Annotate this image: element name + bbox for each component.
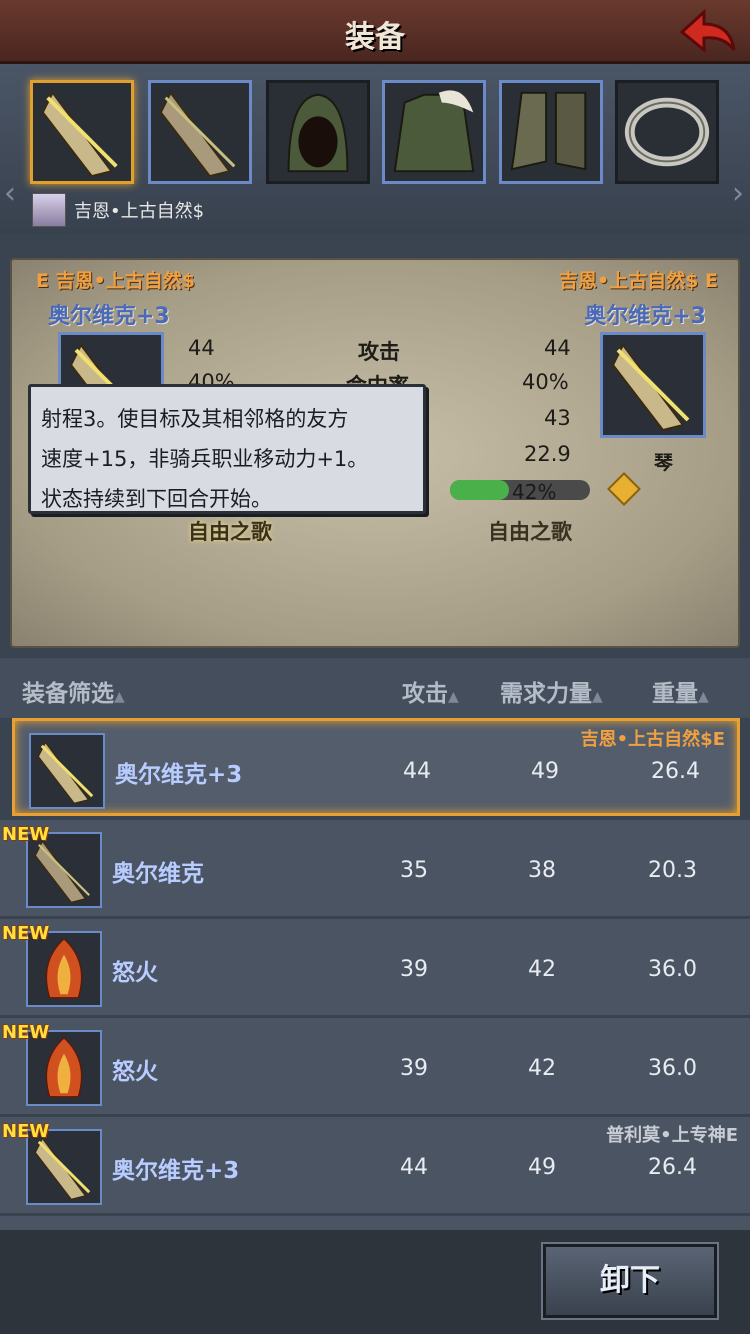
tooltip-line-1: 射程3。使目标及其相邻格的友方 <box>41 407 349 431</box>
slot-boots[interactable] <box>499 80 603 184</box>
owner-label: 吉恩•上古自然$E <box>580 729 725 750</box>
right-weapon-name: 奥尔维克+3 <box>584 304 706 329</box>
character-name: 吉恩•上古自然$ <box>74 201 205 222</box>
slot-helmet[interactable] <box>266 80 370 184</box>
item-weight: 36.0 <box>648 1056 697 1081</box>
slot-ring[interactable] <box>615 80 719 184</box>
list-item[interactable]: NEW 奥尔维克 35 38 20.3 <box>0 820 750 918</box>
sort-weight-button[interactable]: 重量▲ <box>652 674 709 708</box>
prev-arrow-icon[interactable]: ‹ <box>4 176 20 212</box>
owner-label: 普利莫•上专神E <box>606 1125 738 1146</box>
item-list: 吉恩•上古自然$E 奥尔维克+3 44 49 26.4 NEW 奥尔维克 35 … <box>0 718 750 1230</box>
right-skill-name: 自由之歌 <box>488 520 572 544</box>
boots-icon <box>510 91 587 171</box>
left-skill-name: 自由之歌 <box>188 520 272 544</box>
filter-sort-button[interactable]: 装备筛选▲ <box>22 674 125 708</box>
item-weight: 26.4 <box>648 1155 697 1180</box>
ring-icon <box>624 97 710 167</box>
item-name: 奥尔维克 <box>112 861 204 887</box>
new-badge: NEW <box>2 1022 50 1043</box>
sort-arrow-icon: ▲ <box>448 689 459 705</box>
item-name: 怒火 <box>112 960 158 986</box>
item-name: 奥尔维克+3 <box>112 1158 240 1184</box>
unequip-button[interactable]: 卸下 <box>543 1244 717 1318</box>
sort-arrow-icon: ▲ <box>698 689 709 705</box>
item-strength: 42 <box>528 957 556 982</box>
item-attack: 44 <box>400 1155 428 1180</box>
item-name: 怒火 <box>112 1059 158 1085</box>
durability-label: 42% <box>512 480 557 504</box>
lute-weapon-icon <box>29 733 105 809</box>
tooltip-line-3: 状态持续到下回合开始。 <box>41 487 272 511</box>
list-item[interactable]: 吉恩•上古自然$E 奥尔维克+3 44 49 26.4 <box>12 718 740 816</box>
sort-strength-button[interactable]: 需求力量▲ <box>500 674 603 708</box>
back-button[interactable] <box>674 6 740 58</box>
stat-label-0: 攻击 <box>358 340 400 364</box>
slot-armor[interactable] <box>382 80 486 184</box>
filter-header: 装备筛选▲ 攻击▲ 需求力量▲ 重量▲ <box>0 658 750 718</box>
lute-weapon-icon <box>159 90 236 178</box>
header-bar: 装备 <box>0 0 750 64</box>
item-name: 奥尔维克+3 <box>115 762 243 788</box>
next-arrow-icon[interactable]: › <box>732 176 748 212</box>
right-weapon-icon <box>600 332 706 438</box>
skill-tooltip: 射程3。使目标及其相邻格的友方 速度+15，非骑兵职业移动力+1。 状态持续到下… <box>28 384 426 514</box>
back-arrow-icon <box>679 8 736 54</box>
list-item[interactable]: NEW 怒火 39 42 36.0 <box>0 1018 750 1116</box>
stat-right-0: 44 <box>544 336 571 360</box>
item-weight: 20.3 <box>648 858 697 883</box>
hood-icon <box>287 93 349 173</box>
item-weight: 26.4 <box>651 759 700 784</box>
avatar <box>32 193 66 227</box>
tunic-icon <box>393 90 475 173</box>
new-badge: NEW <box>2 923 50 944</box>
slot-weapon-2[interactable] <box>148 80 252 184</box>
stat-right-3: 22.9 <box>524 442 571 466</box>
item-attack: 35 <box>400 858 428 883</box>
sort-arrow-icon: ▲ <box>114 689 125 705</box>
item-attack: 39 <box>400 1056 428 1081</box>
sort-attack-button[interactable]: 攻击▲ <box>402 674 459 708</box>
item-strength: 42 <box>528 1056 556 1081</box>
new-badge: NEW <box>2 1121 50 1142</box>
right-owner-label: 吉恩•上古自然$ E <box>559 270 718 292</box>
list-item[interactable]: NEW 普利莫•上专神E 奥尔维克+3 44 49 26.4 <box>0 1117 750 1215</box>
stat-right-2: 43 <box>544 406 571 430</box>
item-attack: 44 <box>403 759 431 784</box>
item-attack: 39 <box>400 957 428 982</box>
item-strength: 49 <box>528 1155 556 1180</box>
sort-arrow-icon: ▲ <box>592 689 603 705</box>
right-weapon-type: 琴 <box>654 452 674 474</box>
stat-right-1: 40% <box>522 370 569 394</box>
lute-weapon-icon <box>41 90 118 178</box>
new-badge: NEW <box>2 824 50 845</box>
tooltip-line-2: 速度+15，非骑兵职业移动力+1。 <box>41 447 369 471</box>
character-info: 吉恩•上古自然$ <box>32 192 204 228</box>
stat-left-0: 44 <box>188 336 215 360</box>
page-title: 装备 <box>345 20 405 55</box>
item-strength: 49 <box>531 759 559 784</box>
left-owner-label: E 吉恩•上古自然$ <box>36 270 195 292</box>
item-weight: 36.0 <box>648 957 697 982</box>
left-weapon-name: 奥尔维克+3 <box>48 304 170 329</box>
list-item-partial[interactable] <box>0 1216 750 1230</box>
item-strength: 38 <box>528 858 556 883</box>
slot-weapon-1[interactable] <box>30 80 134 184</box>
list-item[interactable]: NEW 怒火 39 42 36.0 <box>0 919 750 1017</box>
